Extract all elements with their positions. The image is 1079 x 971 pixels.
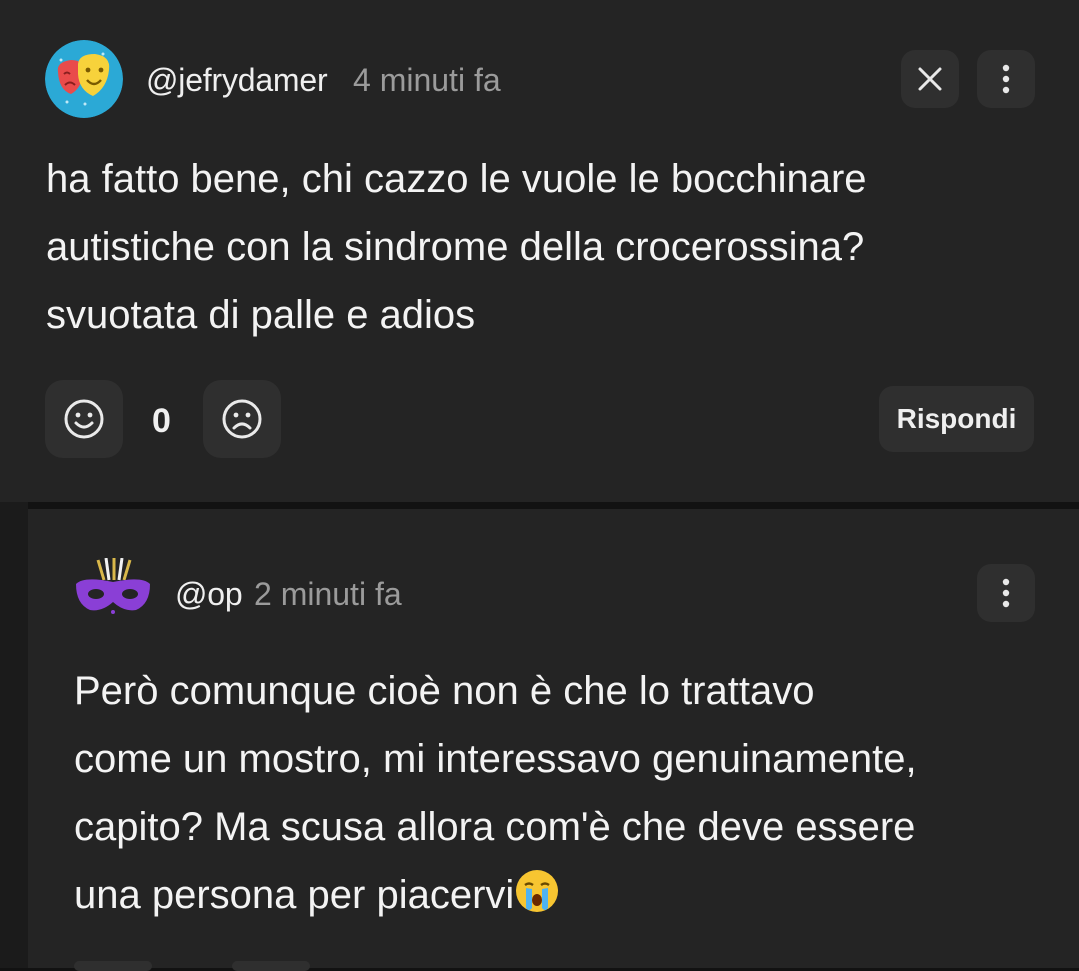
- comment-author[interactable]: @op: [175, 576, 243, 613]
- more-vertical-icon: [1002, 64, 1010, 94]
- downvote-button[interactable]: [203, 380, 281, 458]
- comment-body: Però comunque cioè non è che lo trattavo…: [74, 657, 1064, 929]
- reply-thread-indent: [0, 502, 28, 968]
- more-options-button[interactable]: [977, 50, 1035, 108]
- crying-face-icon: [516, 870, 559, 912]
- more-vertical-icon: [1002, 578, 1010, 608]
- comment-card: @jefrydamer 4 minuti fa ha fatto bene, c…: [0, 0, 1079, 502]
- close-button[interactable]: [901, 50, 959, 108]
- comment-author[interactable]: @jefrydamer: [146, 62, 328, 99]
- avatar[interactable]: [74, 557, 152, 618]
- upvote-button[interactable]: [45, 380, 123, 458]
- sad-face-icon: [222, 399, 262, 439]
- downvote-button[interactable]: [232, 961, 310, 971]
- reply-comment-card: @op 2 minuti fa Però comunque cioè non è…: [28, 509, 1079, 971]
- comment-body-text: Però comunque cioè non è che lo trattavo…: [74, 669, 917, 917]
- vote-count: 0: [152, 402, 171, 440]
- smiley-face-icon: [64, 399, 104, 439]
- more-options-button[interactable]: [977, 564, 1035, 622]
- theater-masks-icon: [45, 40, 123, 118]
- carnival-mask-icon: [76, 557, 150, 614]
- upvote-button[interactable]: [74, 961, 152, 971]
- reply-button[interactable]: Rispondi: [879, 386, 1034, 452]
- comment-body: ha fatto bene, chi cazzo le vuole le boc…: [46, 157, 867, 337]
- close-icon: [918, 67, 942, 91]
- avatar[interactable]: [45, 40, 123, 118]
- comment-timestamp: 4 minuti fa: [353, 62, 501, 98]
- comment-timestamp: 2 minuti fa: [254, 576, 402, 612]
